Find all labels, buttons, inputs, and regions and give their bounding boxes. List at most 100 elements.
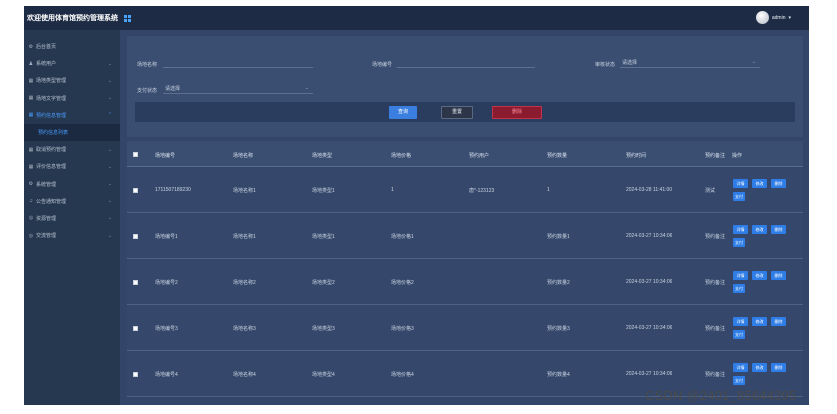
detail-button[interactable]: 详情	[733, 363, 748, 372]
cell-price: 场地价格1	[391, 234, 414, 240]
sidebar-item-reservations[interactable]: ▦ 预约信息管理 ⌃	[24, 107, 120, 124]
sidebar-item-venue-types[interactable]: ▦ 场地类型管理 ⌄	[24, 72, 120, 89]
column-header[interactable]: 预约数量	[547, 152, 567, 159]
venue-name-label: 场地名称	[137, 62, 158, 68]
sidebar-item-system[interactable]: ⚙ 系统管理 ⌄	[24, 176, 120, 193]
delete-button[interactable]: 删除	[492, 106, 542, 119]
column-header[interactable]: 场地编号	[155, 152, 175, 159]
pay-status-select[interactable]: 请选择	[163, 83, 313, 94]
sidebar-item-label: 评价信息管理	[36, 164, 67, 171]
row-delete-button[interactable]: 删除	[771, 271, 786, 280]
audit-status-label: 审核状态	[595, 62, 616, 68]
column-header[interactable]: 场地名称	[233, 152, 253, 159]
edit-button[interactable]: 修改	[752, 317, 767, 326]
sidebar-item-cancellations[interactable]: ▦ 取消预约管理 ⌄	[24, 141, 120, 158]
cell-remark: 预约备注	[705, 326, 726, 332]
pay-button[interactable]: 支付	[733, 192, 745, 201]
detail-button[interactable]: 详情	[733, 317, 748, 326]
row-checkbox[interactable]	[133, 326, 138, 331]
pay-button[interactable]: 支付	[733, 238, 745, 247]
row-delete-button[interactable]: 删除	[771, 363, 786, 372]
avatar[interactable]	[755, 11, 769, 24]
pay-button[interactable]: 支付	[733, 376, 745, 385]
menu-grid-icon[interactable]	[124, 14, 131, 22]
sidebar-item-venue-text[interactable]: ▦ 场地文字管理 ⌄	[24, 90, 120, 107]
cell-remark: 预约备注	[705, 372, 726, 378]
main-content: 场地名称 场地编号 审核状态 请选择 支付状态 请选择 查询 重置 删除 场地编…	[120, 30, 809, 405]
table-row: 场地编号3 场地名称3 场地类型3 场地价格3 预约数量3 2024-03-27…	[127, 306, 803, 351]
detail-button[interactable]: 详情	[733, 225, 748, 234]
column-header: 操作	[732, 153, 743, 159]
cell-count: 预约数量2	[547, 280, 570, 286]
edit-button[interactable]: 修改	[752, 363, 767, 372]
app-window: 欢迎使用体育馆预约管理系统 admin ▾ ⚙ 后台首页 ♟ 系统用户 ⌄ ▦ …	[24, 6, 809, 405]
row-checkbox[interactable]	[133, 372, 138, 377]
cell-venue-name: 场地名称2	[233, 280, 256, 286]
edit-button[interactable]: 修改	[752, 179, 767, 188]
column-header[interactable]: 预约时间	[626, 152, 646, 159]
user-icon: ♟	[28, 60, 34, 67]
detail-button[interactable]: 详情	[733, 271, 748, 280]
detail-button[interactable]: 详情	[733, 179, 748, 188]
cell-price: 场地价格4	[391, 372, 414, 378]
cell-venue-name: 场地名称3	[233, 326, 256, 332]
cell-count: 预约数量1	[547, 234, 570, 240]
select-all-checkbox[interactable]	[133, 152, 138, 157]
cell-venue-no: 场地编号4	[155, 372, 178, 378]
search-button[interactable]: 查询	[389, 106, 417, 119]
cell-venue-name: 场地名称1	[233, 234, 256, 240]
cell-time: 2024-03-27 10:34:06	[626, 371, 673, 377]
user-name[interactable]: admin	[772, 15, 786, 21]
column-header[interactable]: 场地价格	[391, 152, 411, 159]
sidebar-item-home[interactable]: ⚙ 后台首页	[24, 38, 120, 55]
venue-no-input[interactable]	[397, 58, 535, 68]
sidebar-item-exchange[interactable]: ◎ 交流管理 ⌄	[24, 227, 120, 244]
chevron-down-icon: ⌄	[107, 215, 112, 222]
table-row: 场地编号1 场地名称1 场地类型1 场地价格1 预约数量1 2024-03-27…	[127, 214, 803, 259]
edit-button[interactable]: 修改	[752, 271, 767, 280]
action-bar: 查询 重置 删除	[135, 102, 795, 122]
column-header[interactable]: 预约备注	[705, 152, 725, 159]
sidebar-item-label: 系统用户	[36, 61, 57, 68]
user-menu[interactable]: admin ▾	[755, 11, 791, 24]
venue-no-label: 场地编号	[372, 62, 393, 68]
venue-name-input[interactable]	[163, 58, 313, 68]
circle-icon: ◎	[28, 215, 34, 222]
cell-time: 2024-03-27 10:34:06	[626, 233, 673, 239]
row-delete-button[interactable]: 删除	[771, 179, 786, 188]
app-title: 欢迎使用体育馆预约管理系统	[27, 15, 118, 22]
sidebar-item-label: 资源管理	[36, 215, 57, 222]
column-header[interactable]: 场地类型	[312, 152, 332, 159]
cell-time: 2024-03-27 10:34:06	[626, 325, 673, 331]
chevron-down-icon[interactable]: ▾	[788, 15, 791, 21]
sidebar-item-notices[interactable]: ♫ 公告通知管理 ⌄	[24, 193, 120, 210]
pay-status-label: 支付状态	[137, 88, 158, 94]
row-checkbox[interactable]	[133, 234, 138, 239]
cell-count: 预约数量4	[547, 372, 570, 378]
row-checkbox[interactable]	[133, 280, 138, 285]
cell-price: 场地价格3	[391, 326, 414, 332]
sidebar-subitem-reservation-list[interactable]: 预约信息列表	[24, 123, 120, 142]
edit-button[interactable]: 修改	[752, 225, 767, 234]
cell-venue-type: 场地类型4	[312, 372, 335, 378]
bell-icon: ♫	[29, 198, 33, 205]
audit-status-select[interactable]: 请选择	[620, 57, 760, 68]
chevron-down-icon: ⌄	[107, 198, 112, 205]
sidebar-item-resources[interactable]: ◎ 资源管理 ⌄	[24, 210, 120, 227]
pay-button[interactable]: 支付	[733, 330, 745, 339]
reset-button[interactable]: 重置	[441, 106, 473, 119]
pay-button[interactable]: 支付	[733, 284, 745, 293]
row-delete-button[interactable]: 删除	[771, 225, 786, 234]
chevron-down-icon: ⌄	[107, 146, 112, 153]
sidebar-item-reviews[interactable]: ▦ 评价信息管理 ⌄	[24, 158, 120, 175]
grid-icon: ▦	[28, 112, 34, 119]
sidebar-item-label: 后台首页	[36, 44, 57, 51]
column-header[interactable]: 预约用户	[469, 152, 489, 159]
row-checkbox[interactable]	[133, 188, 138, 193]
sidebar-item-label: 交流管理	[36, 233, 57, 240]
sidebar-item-label: 取消预约管理	[36, 147, 67, 154]
circle-icon: ◎	[28, 232, 34, 239]
row-delete-button[interactable]: 删除	[771, 317, 786, 326]
sidebar-item-users[interactable]: ♟ 系统用户 ⌄	[24, 55, 120, 72]
chevron-down-icon: ⌄	[107, 181, 112, 188]
